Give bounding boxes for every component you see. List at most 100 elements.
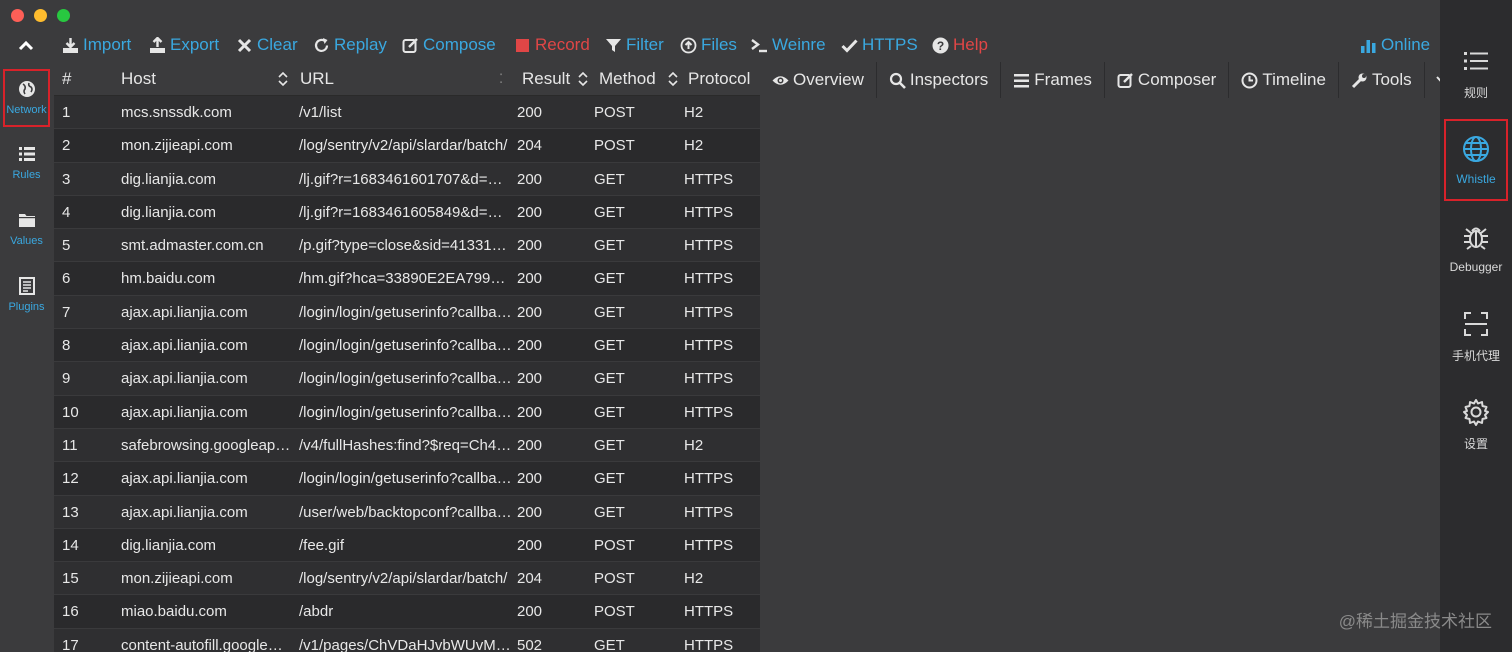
row-method: GET [594,370,625,388]
column-resize-handle[interactable]: ⁚ [499,71,503,87]
row-host: dig.lianjia.com [121,203,217,221]
row-result: 200 [517,503,543,521]
export-button[interactable]: Export [149,34,219,56]
table-row[interactable]: 10 ajax.api.lianjia.com/login/login/getus… [54,395,760,429]
row-protocol: HTTPS [684,470,734,488]
record-button[interactable]: Record [514,34,590,56]
table-row[interactable]: 9 ajax.api.lianjia.com/login/login/getuse… [54,362,760,396]
row-number: 13 [62,503,79,521]
help-button[interactable]: ? Help [932,34,988,56]
detail-tabs: Overview Inspectors Frames Composer Time… [760,62,1451,98]
table-row[interactable]: 2 mon.zijieapi.com/log/sentry/v2/api/slar… [54,129,760,163]
tab-composer[interactable]: Composer [1105,62,1230,98]
gear-icon [1463,398,1489,426]
row-result: 204 [517,570,543,588]
column-header-method[interactable]: Method [599,69,656,89]
sort-icon[interactable] [578,71,588,87]
table-row[interactable]: 17 content-autofill.googlea… /v1/pages/ChV… [54,628,760,652]
compose-button[interactable]: Compose [402,34,496,56]
files-button[interactable]: Files [680,34,737,56]
column-header-host[interactable]: Host [121,69,156,89]
nav-item-values[interactable]: Values [3,200,50,258]
nav-item-plugins[interactable]: Plugins [3,266,50,324]
row-method: GET [594,403,625,421]
export-icon [150,36,165,53]
row-url: /user/web/backtopconf?callba… [299,503,512,521]
row-method: GET [594,337,625,355]
column-header-url[interactable]: URL [300,69,334,89]
document-icon [18,277,35,295]
table-row[interactable]: 11 safebrowsing.googleapi… /v4/fullHashes:… [54,428,760,463]
tab-inspectors[interactable]: Inspectors [877,62,1002,98]
tab-frames[interactable]: Frames [1001,62,1105,98]
table-row[interactable]: 12 ajax.api.lianjia.com/login/login/getus… [54,462,760,496]
minimize-window-button[interactable] [34,9,47,22]
table-row[interactable]: 14 dig.lianjia.com/fee.gif 200 POST HTTPS [54,528,760,563]
chevron-up-icon[interactable] [16,36,36,56]
tab-timeline[interactable]: Timeline [1229,62,1339,98]
row-result: 200 [517,536,543,554]
table-row[interactable]: 7 ajax.api.lianjia.com/login/login/getuse… [54,295,760,330]
close-window-button[interactable] [11,9,24,22]
import-button[interactable]: Import [62,34,131,56]
maximize-window-button[interactable] [57,9,70,22]
table-row[interactable]: 4 dig.lianjia.com/lj.gif?r=1683461605849&… [54,195,760,230]
window-controls [11,9,70,22]
sidebar-item-whistle[interactable]: Whistle [1444,119,1508,201]
import-icon [63,37,78,53]
row-host: mon.zijieapi.com [121,570,233,588]
tab-overview[interactable]: Overview [760,62,877,98]
row-number: 7 [62,303,71,321]
table-row[interactable]: 16 miao.baidu.com/abdr 200 POST HTTPS [54,595,760,629]
row-url: /v1/list [299,104,342,121]
row-url: /login/login/getuserinfo?callba… [299,303,512,321]
table-row[interactable]: 8 ajax.api.lianjia.com/login/login/getuse… [54,329,760,363]
table-row[interactable]: 6 hm.baidu.com/hm.gif?hca=33890E2EA799A… 2… [54,262,760,296]
row-method: GET [594,636,625,652]
row-number: 10 [62,403,79,421]
row-method: GET [594,270,625,288]
filter-icon [606,38,621,52]
https-button[interactable]: HTTPS [841,34,918,56]
clear-button[interactable]: Clear [236,34,298,56]
sort-icon[interactable] [278,71,288,87]
row-method: GET [594,470,625,488]
online-button[interactable]: Online [1360,34,1430,56]
row-protocol: HTTPS [684,170,734,188]
row-method: POST [594,536,635,554]
table-row[interactable]: 1 mcs.snssdk.com/v1/list 200 POST H2 [54,96,760,130]
table-header: # Host URL ⁚ Result Method Protocol [54,62,760,96]
row-number: 14 [62,536,79,554]
weinre-button[interactable]: Weinre [751,34,826,56]
column-header-number[interactable]: # [62,69,71,89]
tab-tools[interactable]: Tools [1339,62,1425,98]
row-protocol: HTTPS [684,203,734,221]
replay-button[interactable]: Replay [313,34,387,56]
column-header-protocol[interactable]: Protocol [688,69,750,89]
row-result: 502 [517,636,543,652]
row-protocol: HTTPS [684,303,734,321]
row-protocol: H2 [684,137,704,155]
sidebar-item-settings[interactable]: 设置 [1444,383,1508,465]
row-result: 200 [517,237,543,255]
sidebar-item-debugger[interactable]: Debugger [1444,207,1508,289]
table-row[interactable]: 15 mon.zijieapi.com/log/sentry/v2/api/sla… [54,562,760,596]
row-url: /login/login/getuserinfo?callba… [299,403,512,421]
row-result: 200 [517,104,543,121]
nav-item-network[interactable]: Network [3,69,50,127]
row-url: /lj.gif?r=1683461601707&d=%… [299,170,513,188]
row-host: ajax.api.lianjia.com [121,303,248,321]
bar-chart-icon [1361,39,1376,53]
table-row[interactable]: 13 ajax.api.lianjia.com/user/web/backtopc… [54,495,760,529]
filter-button[interactable]: Filter [605,34,664,56]
table-row[interactable]: 3 dig.lianjia.com/lj.gif?r=1683461601707&… [54,162,760,196]
column-header-result[interactable]: Result [522,69,570,89]
row-url: /lj.gif?r=1683461605849&d=%… [299,203,513,221]
sidebar-item-rules[interactable]: 规则 [1444,32,1508,114]
sidebar-item-mobile-proxy[interactable]: 手机代理 [1444,295,1508,377]
nav-item-rules[interactable]: Rules [3,134,50,192]
row-number: 11 [62,436,78,454]
sort-icon[interactable] [668,71,678,87]
table-row[interactable]: 5 smt.admaster.com.cn/p.gif?type=close&si… [54,229,760,263]
list-icon [1464,51,1488,70]
